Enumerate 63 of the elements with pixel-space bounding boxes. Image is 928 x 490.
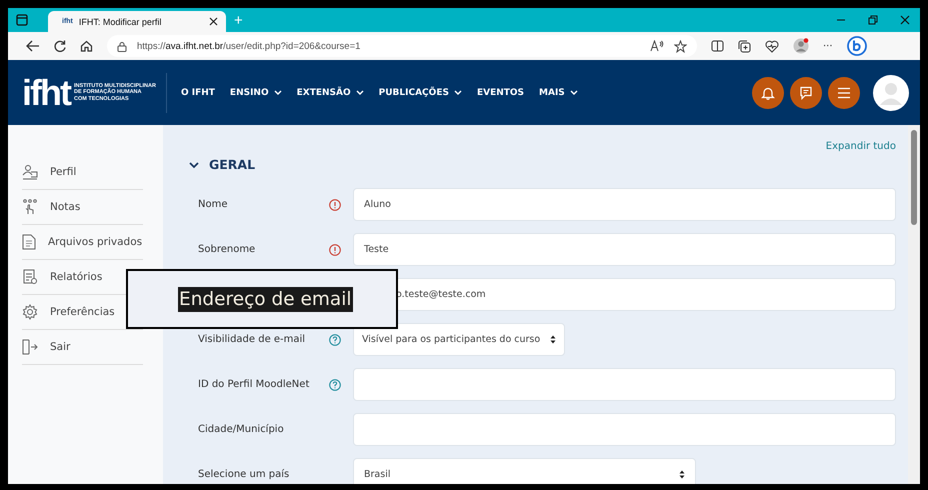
logo-mark: ifht [22,74,70,110]
messages-button[interactable] [790,76,822,108]
sidebar-item[interactable]: Arquivos privados [22,225,143,260]
heartbeat-icon[interactable] [765,40,779,52]
bell-icon [761,86,775,100]
star-icon[interactable] [674,40,687,52]
report-icon [22,269,38,285]
user-card-icon [22,164,38,180]
help-icon[interactable] [329,378,341,390]
input-field[interactable] [353,413,896,446]
more-menu[interactable]: ··· [823,40,833,52]
select-field[interactable]: Brasil [353,458,696,484]
input-field[interactable] [353,368,896,401]
chat-icon [799,86,813,100]
reload-icon[interactable] [54,40,66,52]
logout-icon [22,339,38,355]
nav-link[interactable]: EXTENSÃO [296,88,364,98]
user-avatar[interactable] [872,74,910,112]
field-label: Selecione um país [198,469,290,480]
callout-text: Endereço de email [178,286,353,312]
split-screen-icon[interactable] [711,40,724,52]
home-icon[interactable] [80,40,93,52]
copilot-icon[interactable] [846,36,867,56]
restore-icon[interactable] [868,15,878,25]
settings-icon [22,304,38,320]
read-aloud-icon[interactable] [650,40,664,52]
section-heading: GERAL [209,157,256,172]
url-text: https://ava.ifht.net.br/user/edit.php?id=206&course=1 [137,40,360,52]
address-field[interactable]: https://ava.ifht.net.br/user/edit.php?id=206&course=1 [107,35,697,57]
sidebar-item[interactable]: Sair [22,330,143,365]
hand-icon [22,199,38,215]
sort-caret-icon [550,335,556,344]
input-field[interactable]: Aluno [353,188,896,221]
menu-icon [837,86,851,98]
close-icon[interactable] [900,15,910,25]
select-field[interactable]: Visível para os participantes do curso [353,323,565,356]
avatar-icon[interactable] [793,38,809,54]
menu-button[interactable] [828,76,860,108]
field-label: Sobrenome [198,244,256,255]
chevron-icon[interactable] [189,160,199,168]
collections-icon[interactable] [738,40,751,52]
field-label: Visibilidade de e-mail [198,334,306,345]
nav-link[interactable]: EVENTOS [476,88,524,98]
field-label: Nome [198,199,228,210]
scrollbar[interactable] [908,125,920,484]
close-icon[interactable] [209,17,218,26]
sidebar-toggle-icon[interactable] [16,14,28,26]
sidebar-item[interactable]: Perfil [22,155,143,190]
sidebar-item[interactable]: Notas [22,190,143,225]
document-icon [22,234,36,250]
expand-all-link[interactable]: Expandir tudo [826,141,896,152]
help-icon[interactable] [329,334,341,346]
nav-link[interactable]: PUBLICAÇÕES [378,88,462,98]
nav-link[interactable]: O IFHT [180,88,215,98]
nav-link[interactable]: MAIS [539,88,578,98]
field-label: ID do Perfil MoodleNet [198,379,310,390]
sort-caret-icon [679,470,685,479]
nav-link[interactable]: ENSINO [230,88,282,98]
field-label: Cidade/Município [198,424,284,435]
back-icon[interactable] [26,40,40,52]
input-field[interactable]: Teste [353,233,896,266]
notifications-button[interactable] [752,76,784,108]
lock-icon [117,40,127,52]
